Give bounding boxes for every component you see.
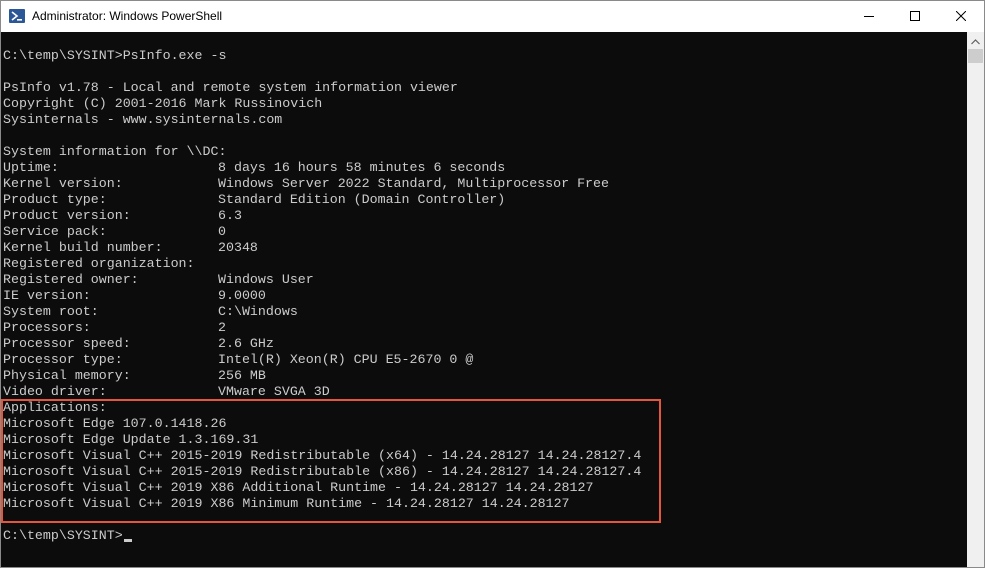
info-row: Kernel build number: 20348 bbox=[3, 240, 641, 256]
banner-line: Sysinternals - www.sysinternals.com bbox=[3, 112, 283, 127]
info-row: Video driver: VMware SVGA 3D bbox=[3, 384, 641, 400]
info-value: 256 MB bbox=[218, 368, 266, 383]
info-label: Processor speed: bbox=[3, 336, 131, 351]
info-label: Registered organization: bbox=[3, 256, 195, 271]
chevron-up-icon bbox=[971, 32, 980, 50]
minimize-icon bbox=[864, 8, 874, 26]
text-cursor bbox=[123, 539, 132, 542]
info-row: Physical memory: 256 MB bbox=[3, 368, 641, 384]
system-info-header: System information for \\DC: bbox=[3, 144, 227, 159]
info-row: Processor speed: 2.6 GHz bbox=[3, 336, 641, 352]
info-label: Product type: bbox=[3, 192, 107, 207]
powershell-icon[interactable] bbox=[9, 8, 25, 24]
info-row: Uptime: 8 days 16 hours 58 minutes 6 seco… bbox=[3, 160, 641, 176]
window-title: Administrator: Windows PowerShell bbox=[32, 9, 223, 23]
info-value: 8 days 16 hours 58 minutes 6 seconds bbox=[218, 160, 506, 175]
info-label: Uptime: bbox=[3, 160, 59, 175]
minimize-button[interactable] bbox=[846, 1, 892, 32]
info-label: Video driver: bbox=[3, 384, 107, 399]
info-value: 0 bbox=[218, 224, 226, 239]
info-value: C:\Windows bbox=[218, 304, 298, 319]
info-label: Registered owner: bbox=[3, 272, 139, 287]
info-row: Product version: 6.3 bbox=[3, 208, 641, 224]
info-row: Service pack: 0 bbox=[3, 224, 641, 240]
scrollbar-thumb[interactable] bbox=[968, 49, 983, 63]
info-row: Registered organization: bbox=[3, 256, 641, 272]
info-label: System root: bbox=[3, 304, 99, 319]
title-bar[interactable]: Administrator: Windows PowerShell bbox=[1, 1, 984, 32]
console-area[interactable]: C:\temp\SYSINT>PsInfo.exe -s PsInfo v1.7… bbox=[1, 32, 967, 567]
info-value: Standard Edition (Domain Controller) bbox=[218, 192, 506, 207]
info-value: Intel(R) Xeon(R) CPU E5-2670 0 @ bbox=[218, 352, 474, 367]
powershell-window: Administrator: Windows PowerShell C:\tem… bbox=[0, 0, 985, 568]
info-label: Processor type: bbox=[3, 352, 123, 367]
info-value: Windows User bbox=[218, 272, 314, 287]
info-value: Windows Server 2022 Standard, Multiproce… bbox=[218, 176, 609, 191]
banner-line: Copyright (C) 2001-2016 Mark Russinovich bbox=[3, 96, 323, 111]
info-label: Service pack: bbox=[3, 224, 107, 239]
close-button[interactable] bbox=[938, 1, 984, 32]
banner-line: PsInfo v1.78 - Local and remote system i… bbox=[3, 80, 458, 95]
info-value: 20348 bbox=[218, 240, 258, 255]
info-row: Processor type: Intel(R) Xeon(R) CPU E5-2… bbox=[3, 352, 641, 368]
command-line: C:\temp\SYSINT>PsInfo.exe -s bbox=[3, 48, 227, 63]
info-label: Product version: bbox=[3, 208, 131, 223]
applications-highlight-box bbox=[1, 399, 661, 523]
maximize-button[interactable] bbox=[892, 1, 938, 32]
info-row: Product type: Standard Edition (Domain Co… bbox=[3, 192, 641, 208]
info-value: VMware SVGA 3D bbox=[218, 384, 330, 399]
info-label: IE version: bbox=[3, 288, 91, 303]
info-value: 6.3 bbox=[218, 208, 242, 223]
info-row: IE version: 9.0000 bbox=[3, 288, 641, 304]
info-row: Kernel version: Windows Server 2022 Stand… bbox=[3, 176, 641, 192]
info-row: Registered owner: Windows User bbox=[3, 272, 641, 288]
info-value: 2.6 GHz bbox=[218, 336, 274, 351]
info-row: System root: C:\Windows bbox=[3, 304, 641, 320]
info-row: Processors: 2 bbox=[3, 320, 641, 336]
info-label: Kernel build number: bbox=[3, 240, 163, 255]
info-label: Physical memory: bbox=[3, 368, 131, 383]
info-label: Processors: bbox=[3, 320, 91, 335]
info-value: 9.0000 bbox=[218, 288, 266, 303]
maximize-icon bbox=[910, 8, 920, 26]
info-value: 2 bbox=[218, 320, 226, 335]
prompt-text: C:\temp\SYSINT> bbox=[3, 528, 123, 543]
scroll-up-button[interactable] bbox=[967, 32, 984, 49]
prompt-line[interactable]: C:\temp\SYSINT> bbox=[3, 528, 641, 544]
close-icon bbox=[955, 8, 967, 26]
vertical-scrollbar[interactable] bbox=[967, 32, 984, 567]
info-label: Kernel version: bbox=[3, 176, 123, 191]
